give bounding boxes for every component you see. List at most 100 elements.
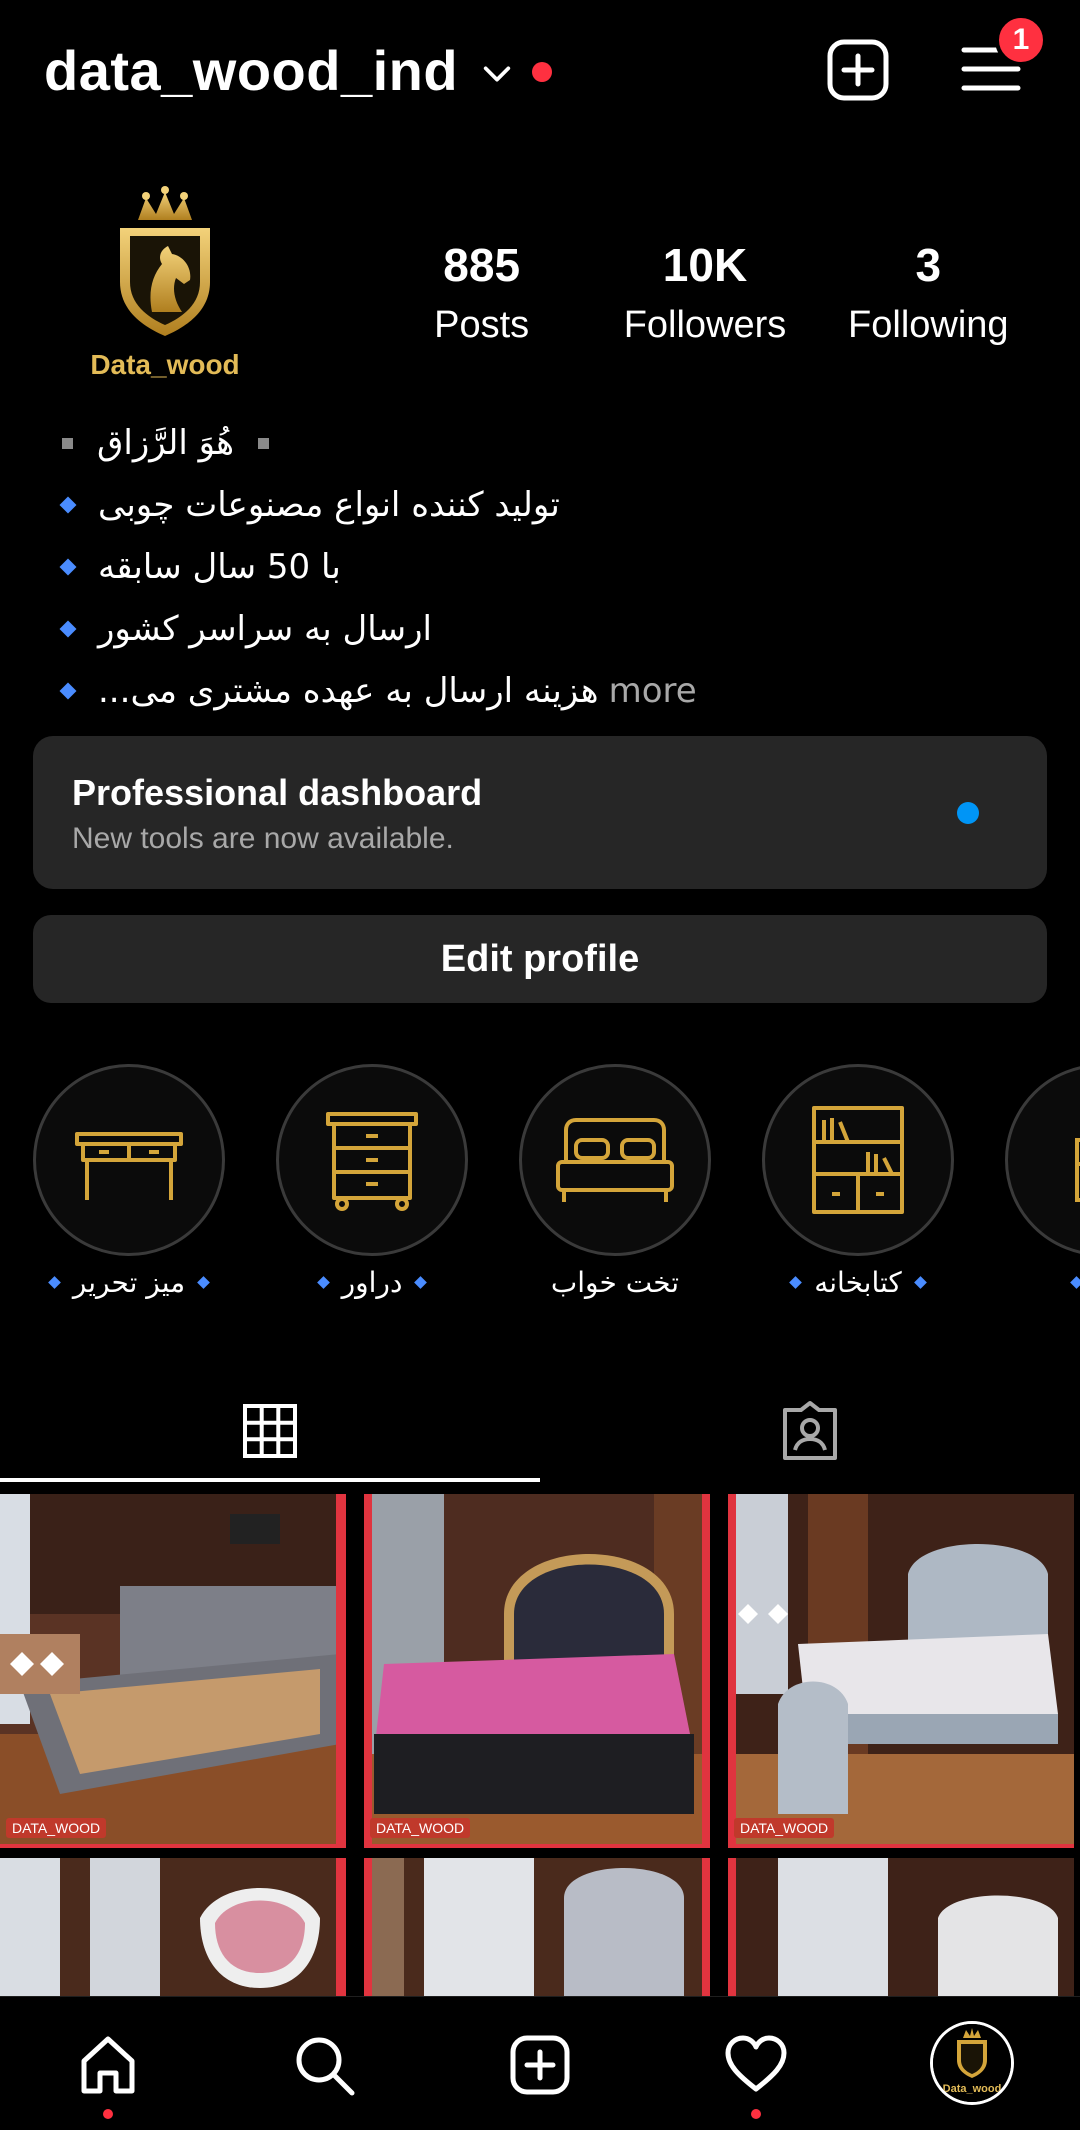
bio-more-link[interactable]: more xyxy=(609,660,697,722)
bed-photo xyxy=(728,1858,1074,1996)
diamond-icon xyxy=(197,1276,211,1289)
tab-posts-grid[interactable] xyxy=(0,1378,540,1484)
heart-icon[interactable] xyxy=(724,2033,788,2097)
highlight-cover[interactable] xyxy=(762,1064,954,1256)
post-thumbnail[interactable] xyxy=(0,1858,346,1996)
search-icon[interactable] xyxy=(292,2033,356,2097)
bullet-icon xyxy=(258,437,270,449)
highlight-item[interactable]: تخت خواب xyxy=(519,1064,719,1299)
post-thumbnail[interactable]: DATA_WOOD xyxy=(364,1494,710,1848)
highlight-cover[interactable] xyxy=(276,1064,468,1256)
drawer-icon xyxy=(326,1112,418,1211)
highlight-label-text: تخت خواب xyxy=(550,1266,680,1299)
post-thumbnail[interactable]: DATA_WOOD xyxy=(0,1494,346,1848)
highlight-label: ش xyxy=(985,1266,1080,1299)
profile-bio: هُوَ الرَّزاق تولید کننده انواع مصنوعات … xyxy=(56,412,956,722)
chevron-down-icon[interactable] xyxy=(480,57,514,91)
dashboard-title: Professional dashboard xyxy=(72,772,483,813)
bio-text: ارسال به سراسر کشور xyxy=(98,609,432,649)
diamond-icon xyxy=(789,1276,803,1289)
diamond-icon xyxy=(316,1276,330,1289)
diamond-icon xyxy=(913,1276,927,1289)
diamond-icon xyxy=(59,620,77,638)
activity-dot xyxy=(751,2109,761,2119)
highlight-label-text: دراور xyxy=(341,1266,403,1299)
bed-icon xyxy=(556,1118,674,1202)
bio-text: ...هزینه ارسال به عهده مشتری می xyxy=(98,671,599,711)
highlight-cover[interactable] xyxy=(1005,1064,1080,1256)
username[interactable]: data_wood_ind xyxy=(44,38,458,103)
highlight-label-text: کتابخانه xyxy=(814,1266,902,1299)
followers-stat[interactable]: 10K Followers xyxy=(593,238,816,347)
bio-line: ...هزینه ارسال به عهده مشتری می more xyxy=(56,660,956,722)
bio-line: هُوَ الرَّزاق xyxy=(56,412,956,474)
bed-photo xyxy=(364,1858,710,1996)
highlight-label: تخت خواب xyxy=(499,1266,731,1299)
tab-tagged[interactable] xyxy=(540,1378,1080,1484)
story-highlights: میز تحریر دراور تخت خواب کتابخانه xyxy=(0,1064,1080,1324)
bio-line: ارسال به سراسر کشور xyxy=(56,598,956,660)
highlight-cover[interactable] xyxy=(33,1064,225,1256)
highlight-item[interactable]: کتابخانه xyxy=(762,1064,962,1299)
diamond-icon xyxy=(414,1276,428,1289)
dashboard-subtitle: New tools are now available. xyxy=(72,822,454,855)
highlight-cover[interactable] xyxy=(519,1064,711,1256)
bottom-navigation: Data_wood xyxy=(0,1996,1080,2130)
posts-grid: DATA_WOOD DATA_WOOD DATA_WOOD xyxy=(0,1494,1080,1996)
bookcase-icon xyxy=(812,1106,904,1214)
profile-avatar[interactable]: Data_wood xyxy=(60,180,270,390)
profile-stats: 885 Posts 10K Followers 3 Following xyxy=(370,238,1040,347)
profile-tab-avatar[interactable]: Data_wood xyxy=(930,2021,1014,2105)
home-icon[interactable] xyxy=(76,2033,140,2097)
following-stat[interactable]: 3 Following xyxy=(817,238,1040,347)
diamond-icon xyxy=(59,682,77,700)
bed-photo xyxy=(728,1494,1074,1848)
post-thumbnail[interactable] xyxy=(364,1858,710,1996)
svg-text:Data_wood: Data_wood xyxy=(90,349,239,380)
active-tab-indicator xyxy=(0,1478,540,1482)
diamond-icon xyxy=(1070,1276,1080,1289)
bio-text: با 50 سال سابقه xyxy=(98,547,341,587)
diamond-icon xyxy=(47,1276,61,1289)
highlight-label: میز تحریر xyxy=(13,1266,245,1299)
bio-line: تولید کننده انواع مصنوعات چوبی xyxy=(56,474,956,536)
bullet-icon xyxy=(62,437,73,449)
watermark-label: DATA_WOOD xyxy=(6,1818,107,1838)
create-icon[interactable] xyxy=(508,2033,572,2097)
account-switcher[interactable]: data_wood_ind xyxy=(44,38,553,103)
diamond-icon xyxy=(59,558,77,576)
highlight-label: دراور xyxy=(256,1266,488,1299)
followers-count: 10K xyxy=(662,239,748,291)
watermark-label: DATA_WOOD xyxy=(370,1818,471,1838)
bed-photo xyxy=(0,1858,346,1996)
highlight-item[interactable]: ش xyxy=(1005,1064,1080,1289)
bed-photo xyxy=(0,1494,346,1848)
unread-dot xyxy=(957,802,979,824)
new-post-icon[interactable] xyxy=(826,38,890,102)
tagged-user-icon xyxy=(783,1401,837,1460)
posts-label: Posts xyxy=(434,304,530,346)
posts-count: 885 xyxy=(443,239,521,291)
chair-icon xyxy=(1075,1138,1080,1202)
profile-header: data_wood_ind 1 xyxy=(0,0,1080,150)
post-thumbnail[interactable]: DATA_WOOD xyxy=(728,1494,1074,1848)
highlight-item[interactable]: دراور xyxy=(276,1064,476,1299)
diamond-icon xyxy=(59,496,77,514)
highlight-item[interactable]: میز تحریر xyxy=(33,1064,233,1299)
posts-stat[interactable]: 885 Posts xyxy=(370,238,593,347)
home-activity-dot xyxy=(103,2109,113,2119)
data-wood-logo: Data_wood xyxy=(933,2024,1011,2102)
highlight-label-text: میز تحریر xyxy=(72,1266,186,1299)
data-wood-logo: Data_wood xyxy=(90,186,240,380)
new-activity-dot xyxy=(532,61,553,82)
following-label: Following xyxy=(848,304,1009,346)
notification-badge: 1 xyxy=(995,14,1047,66)
bio-text: تولید کننده انواع مصنوعات چوبی xyxy=(98,485,560,525)
professional-dashboard-card[interactable]: Professional dashboard New tools are now… xyxy=(33,736,1047,889)
edit-profile-button[interactable]: Edit profile xyxy=(33,915,1047,1003)
desk-icon xyxy=(75,1132,183,1200)
following-count: 3 xyxy=(915,239,942,291)
post-thumbnail[interactable] xyxy=(728,1858,1074,1996)
profile-tabs xyxy=(0,1378,1080,1484)
highlight-label: کتابخانه xyxy=(742,1266,974,1299)
